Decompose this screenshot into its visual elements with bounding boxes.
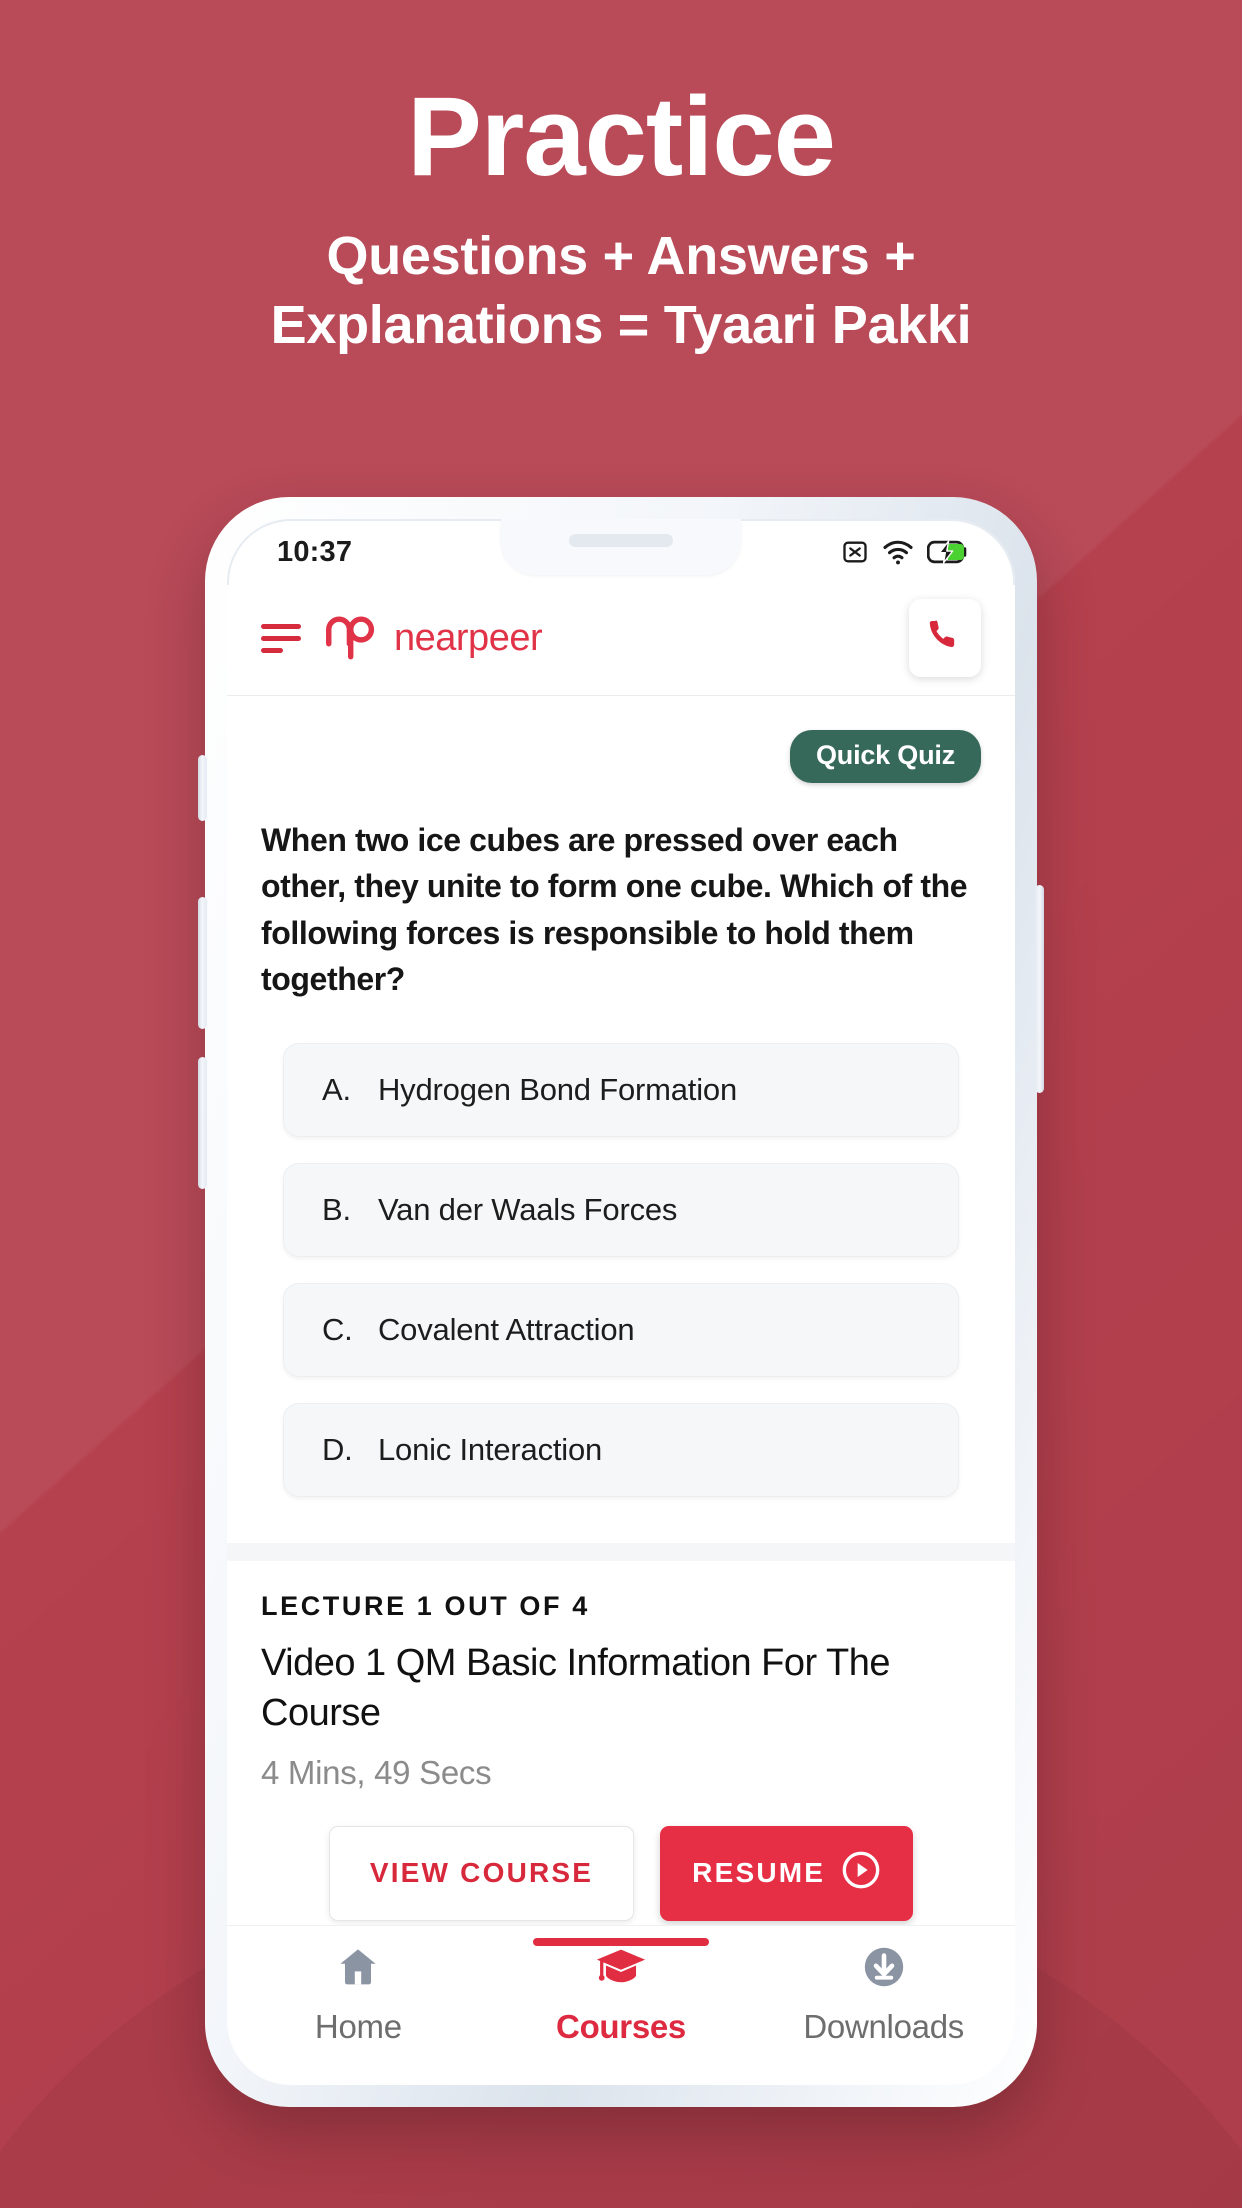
quiz-option-c-letter: C. [322, 1311, 353, 1347]
phone-call-icon [926, 617, 964, 660]
promo-subheadline: Questions + Answers + Explanations = Tya… [0, 222, 1242, 360]
promo-subheadline-line-2: Explanations = Tyaari Pakki [270, 294, 972, 355]
nav-item-courses-label: Courses [556, 2008, 686, 2045]
app-header: nearpeer [227, 585, 1015, 696]
nav-item-home-label: Home [314, 2008, 402, 2045]
promo-headline: Practice [407, 74, 836, 199]
resume-button-label: RESUME [692, 1857, 826, 1889]
phone-power-button[interactable] [1035, 885, 1044, 1093]
status-bar: 10:37 [227, 519, 1015, 585]
lecture-progress-label: LECTURE 1 OUT OF 4 [261, 1590, 590, 1621]
phone-call-button[interactable] [909, 599, 981, 677]
home-icon [334, 1943, 382, 1996]
promo-text-block: Practice Questions + Answers + Explanati… [0, 0, 1242, 360]
nearpeer-np-logo-icon [321, 605, 383, 672]
lecture-title: Video 1 QM Basic Information For The Cou… [261, 1641, 891, 1734]
phone-volume-up-button[interactable] [198, 897, 207, 1029]
quiz-card: Quick Quiz When two ice cubes are presse… [227, 696, 1015, 1543]
quiz-option-c[interactable]: C. Covalent Attraction [283, 1282, 959, 1377]
quiz-question: When two ice cubes are pressed over each… [261, 822, 968, 998]
quiz-option-d-letter: D. [322, 1431, 353, 1467]
quiz-options-list: A. Hydrogen Bond Formation B. Van der Wa… [261, 1042, 981, 1497]
quiz-option-a-label: Hydrogen Bond Formation [378, 1071, 737, 1107]
quiz-option-b-letter: B. [322, 1191, 351, 1227]
nav-item-downloads-label: Downloads [803, 2008, 964, 2045]
quiz-option-d[interactable]: D. Lonic Interaction [283, 1402, 959, 1497]
download-circle-icon [860, 1943, 908, 1996]
status-bar-time: 10:37 [277, 535, 353, 568]
hamburger-menu-icon[interactable] [261, 623, 301, 653]
view-course-button[interactable]: VIEW COURSE [328, 1825, 635, 1921]
quiz-option-a-letter: A. [322, 1071, 351, 1107]
bottom-navigation: Home Courses Downloads [227, 1925, 1015, 2085]
battery-charging-icon [927, 539, 969, 565]
no-sim-icon [841, 538, 869, 566]
quiz-option-a[interactable]: A. Hydrogen Bond Formation [283, 1042, 959, 1137]
promo-subheadline-line-1: Questions + Answers + [326, 225, 916, 286]
status-badge: Quick Quiz [789, 730, 981, 783]
lecture-duration: 4 Mins, 49 Secs [261, 1753, 492, 1791]
brand-logo[interactable]: nearpeer [321, 605, 543, 672]
quiz-badge-row: Quick Quiz [261, 730, 981, 783]
quiz-option-d-label: Lonic Interaction [378, 1431, 603, 1467]
phone-mockup: 10:37 nearpeer Quick Quiz When two ice c… [198, 497, 1044, 2107]
phone-volume-down-button[interactable] [198, 1057, 207, 1189]
nav-item-courses[interactable]: Courses [490, 1926, 753, 2085]
phone-screen: 10:37 nearpeer Quick Quiz When two ice c… [227, 519, 1015, 2085]
card-divider [227, 1542, 1015, 1561]
lecture-actions: VIEW COURSE RESUME [261, 1825, 981, 1921]
quiz-option-b-label: Van der Waals Forces [378, 1191, 678, 1227]
quiz-option-c-label: Covalent Attraction [378, 1311, 635, 1347]
graduation-cap-icon [594, 1943, 648, 1996]
resume-button[interactable]: RESUME [660, 1825, 914, 1921]
app-header-left: nearpeer [261, 605, 543, 672]
wifi-icon [882, 539, 914, 565]
phone-silent-switch[interactable] [198, 755, 207, 821]
status-bar-icons [841, 538, 969, 566]
lecture-card: LECTURE 1 OUT OF 4 Video 1 QM Basic Info… [227, 1560, 1015, 1943]
brand-name: nearpeer [394, 616, 543, 659]
nav-item-downloads[interactable]: Downloads [752, 1926, 1015, 2085]
nav-active-indicator [533, 1938, 709, 1946]
quiz-option-b[interactable]: B. Van der Waals Forces [283, 1162, 959, 1257]
nav-item-home[interactable]: Home [227, 1926, 490, 2085]
play-circle-icon [841, 1850, 881, 1897]
